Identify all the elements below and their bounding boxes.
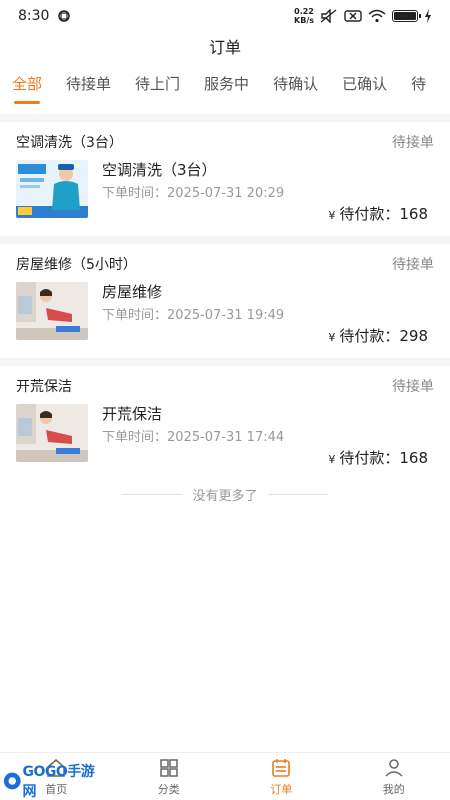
tab-pending-confirm[interactable]: 待确认: [273, 66, 318, 106]
order-time: 下单时间：2025-07-31 19:49: [102, 308, 285, 323]
order-icon: [272, 758, 291, 777]
active-tab-indicator: [14, 101, 40, 104]
battery-icon: [392, 10, 421, 22]
order-thumbnail: [16, 160, 88, 218]
nav-orders[interactable]: 订单: [225, 753, 338, 800]
order-title: 空调清洗（3台）: [16, 135, 123, 151]
no-more-indicator: 没有更多了: [0, 484, 450, 504]
charging-icon: [425, 9, 431, 23]
order-status: 待接单: [392, 135, 434, 151]
order-price: ¥ 待付款：168: [328, 205, 428, 223]
watermark-logo: GOGO手游网: [2, 764, 102, 800]
tab-all[interactable]: 全部: [12, 66, 42, 106]
tab-pending-accept[interactable]: 待接单: [66, 66, 111, 106]
tab-more[interactable]: 待: [411, 66, 426, 106]
order-card[interactable]: 开荒保洁 待接单 开荒保洁 下单时间：2025-07-31 17:44 ¥ 待付…: [0, 366, 450, 480]
order-list: 空调清洗（3台） 待接单 空调清洗（3台） 下单时间：2025-07-31 20…: [0, 114, 450, 480]
divider: [267, 493, 328, 495]
page-title: 订单: [208, 38, 241, 57]
user-icon: [385, 758, 403, 777]
order-price: ¥ 待付款：298: [328, 327, 428, 345]
service-name: 空调清洗（3台）: [102, 161, 217, 179]
nav-mine[interactable]: 我的: [338, 753, 450, 800]
order-status: 待接单: [392, 257, 434, 273]
divider: [122, 493, 183, 495]
service-name: 房屋维修: [102, 283, 163, 301]
status-time: 8:30: [18, 8, 50, 24]
grid-icon: [160, 758, 178, 777]
wifi-icon: [368, 9, 386, 23]
order-card[interactable]: 空调清洗（3台） 待接单 空调清洗（3台） 下单时间：2025-07-31 20…: [0, 122, 450, 236]
tab-confirmed[interactable]: 已确认: [342, 66, 387, 106]
tab-pending-visit[interactable]: 待上门: [135, 66, 180, 106]
sim-off-icon: [344, 10, 362, 22]
order-card[interactable]: 房屋维修（5小时） 待接单 房屋维修 下单时间：2025-07-31 19:49…: [0, 244, 450, 358]
nav-category[interactable]: 分类: [113, 753, 226, 800]
order-price: ¥ 待付款：168: [328, 449, 428, 467]
order-thumbnail: [16, 282, 88, 340]
status-bar: 8:30 0.22 KB/s: [0, 0, 450, 32]
order-status: 待接单: [392, 379, 434, 395]
sync-icon: [58, 10, 71, 22]
mute-icon: [320, 9, 337, 23]
order-title: 开荒保洁: [16, 379, 72, 395]
order-time: 下单时间：2025-07-31 20:29: [102, 186, 285, 201]
tab-in-service[interactable]: 服务中: [204, 66, 249, 106]
service-name: 开荒保洁: [102, 405, 163, 423]
order-thumbnail: [16, 404, 88, 462]
order-title: 房屋维修（5小时）: [16, 257, 137, 273]
order-time: 下单时间：2025-07-31 17:44: [102, 430, 285, 445]
order-status-tabs: 全部 待接单 待上门 服务中 待确认 已确认 待: [0, 66, 450, 106]
watermark-icon: [3, 772, 21, 790]
network-speed: 0.22 KB/s: [294, 7, 314, 25]
